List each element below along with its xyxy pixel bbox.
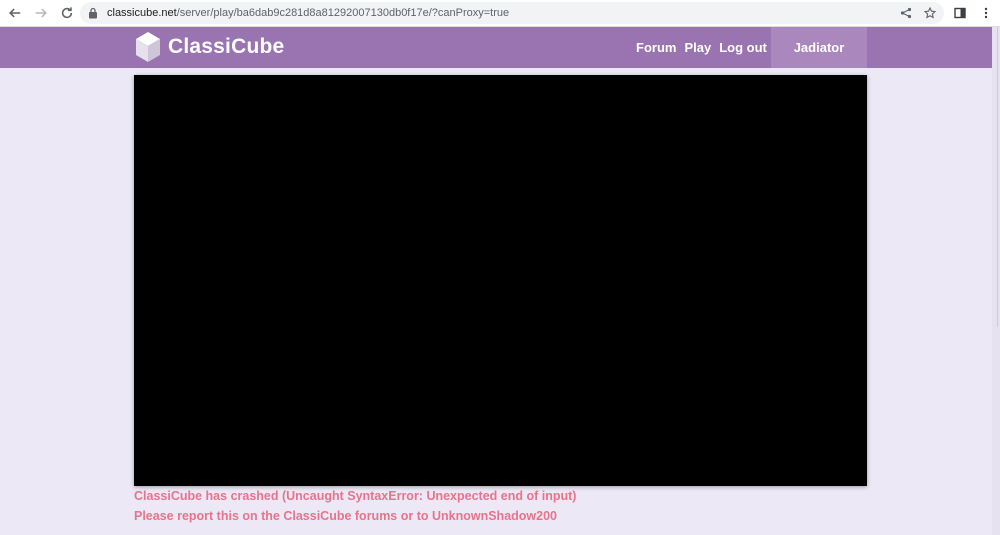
reload-icon[interactable] [56, 2, 78, 24]
game-canvas[interactable] [134, 75, 867, 486]
main-nav: Forum Play Log out [636, 27, 775, 68]
url-text: classicube.net/server/play/ba6dab9c281d8… [107, 7, 509, 19]
scrollbar-thumb[interactable] [997, 27, 998, 327]
nav-logout-link[interactable]: Log out [719, 40, 767, 55]
site-header: ClassiCube Forum Play Log out Jadiator [0, 27, 1000, 68]
site-logo-text[interactable]: ClassiCube [168, 35, 284, 59]
kebab-menu-icon[interactable] [978, 5, 994, 21]
username-label: Jadiator [793, 40, 845, 55]
back-arrow-icon[interactable] [4, 2, 26, 24]
user-profile-tab[interactable]: Jadiator [771, 27, 867, 68]
share-icon[interactable] [898, 5, 914, 21]
crash-error-message: ClassiCube has crashed (Uncaught SyntaxE… [134, 489, 577, 503]
address-bar[interactable]: classicube.net/server/play/ba6dab9c281d8… [80, 2, 944, 24]
forward-arrow-icon[interactable] [30, 2, 52, 24]
nav-forum-link[interactable]: Forum [636, 40, 676, 55]
page-scrollbar[interactable] [992, 27, 1000, 535]
browser-toolbar: classicube.net/server/play/ba6dab9c281d8… [0, 0, 1000, 27]
star-icon[interactable] [922, 5, 938, 21]
side-panel-icon[interactable] [952, 5, 968, 21]
url-host: classicube.net [107, 7, 177, 19]
cube-logo-icon[interactable] [134, 30, 162, 64]
lock-icon[interactable] [88, 7, 98, 19]
crash-report-message: Please report this on the ClassiCube for… [134, 509, 557, 523]
url-path: /server/play/ba6dab9c281d8a81292007130db… [176, 7, 510, 19]
nav-play-link[interactable]: Play [684, 40, 711, 55]
